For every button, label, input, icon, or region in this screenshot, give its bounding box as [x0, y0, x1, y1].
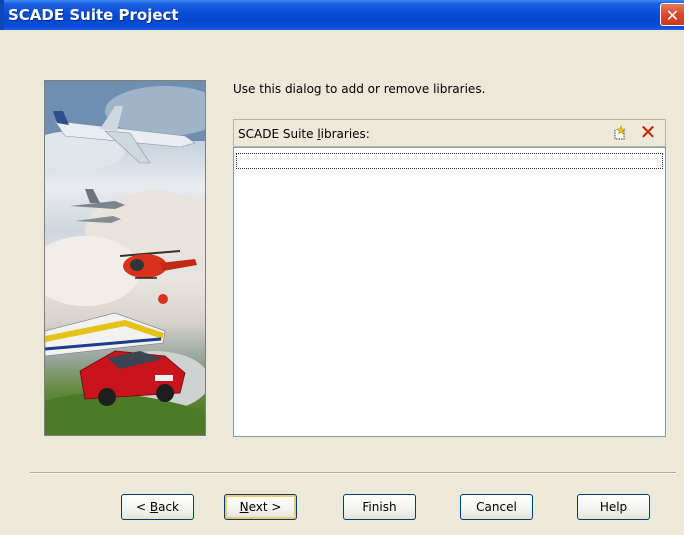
next-button-mnemonic: N — [239, 500, 249, 514]
next-button[interactable]: Next > — [224, 494, 297, 520]
close-button[interactable]: ✕ — [660, 3, 684, 26]
close-icon: ✕ — [665, 6, 680, 25]
back-button[interactable]: < Back — [121, 494, 194, 520]
title-bar-edge — [0, 0, 4, 30]
next-button-suffix: ext > — [248, 500, 282, 514]
finish-button[interactable]: Finish — [343, 494, 416, 520]
cancel-button[interactable]: Cancel — [460, 494, 533, 520]
vehicles-collage-image — [45, 81, 205, 435]
delete-library-icon[interactable]: ✕ — [638, 122, 658, 142]
separator — [30, 472, 676, 474]
back-button-prefix: < — [135, 500, 150, 514]
libraries-list[interactable] — [233, 147, 666, 437]
intro-text: Use this dialog to add or remove librari… — [233, 82, 486, 96]
back-button-suffix: ack — [158, 500, 179, 514]
libraries-header: SCADE Suite libraries: ✕ — [233, 119, 666, 147]
back-button-mnemonic: B — [149, 500, 159, 514]
help-button[interactable]: Help — [577, 494, 650, 520]
new-library-icon[interactable] — [610, 124, 628, 142]
libraries-label-prefix: SCADE Suite — [238, 127, 318, 141]
libraries-label: SCADE Suite libraries: — [238, 127, 370, 141]
libraries-label-suffix: ibraries: — [320, 127, 370, 141]
wizard-side-image — [44, 80, 206, 436]
window-title: SCADE Suite Project — [8, 6, 179, 24]
list-item-focused-empty[interactable] — [236, 153, 663, 169]
title-bar[interactable]: SCADE Suite Project ✕ — [0, 0, 684, 30]
